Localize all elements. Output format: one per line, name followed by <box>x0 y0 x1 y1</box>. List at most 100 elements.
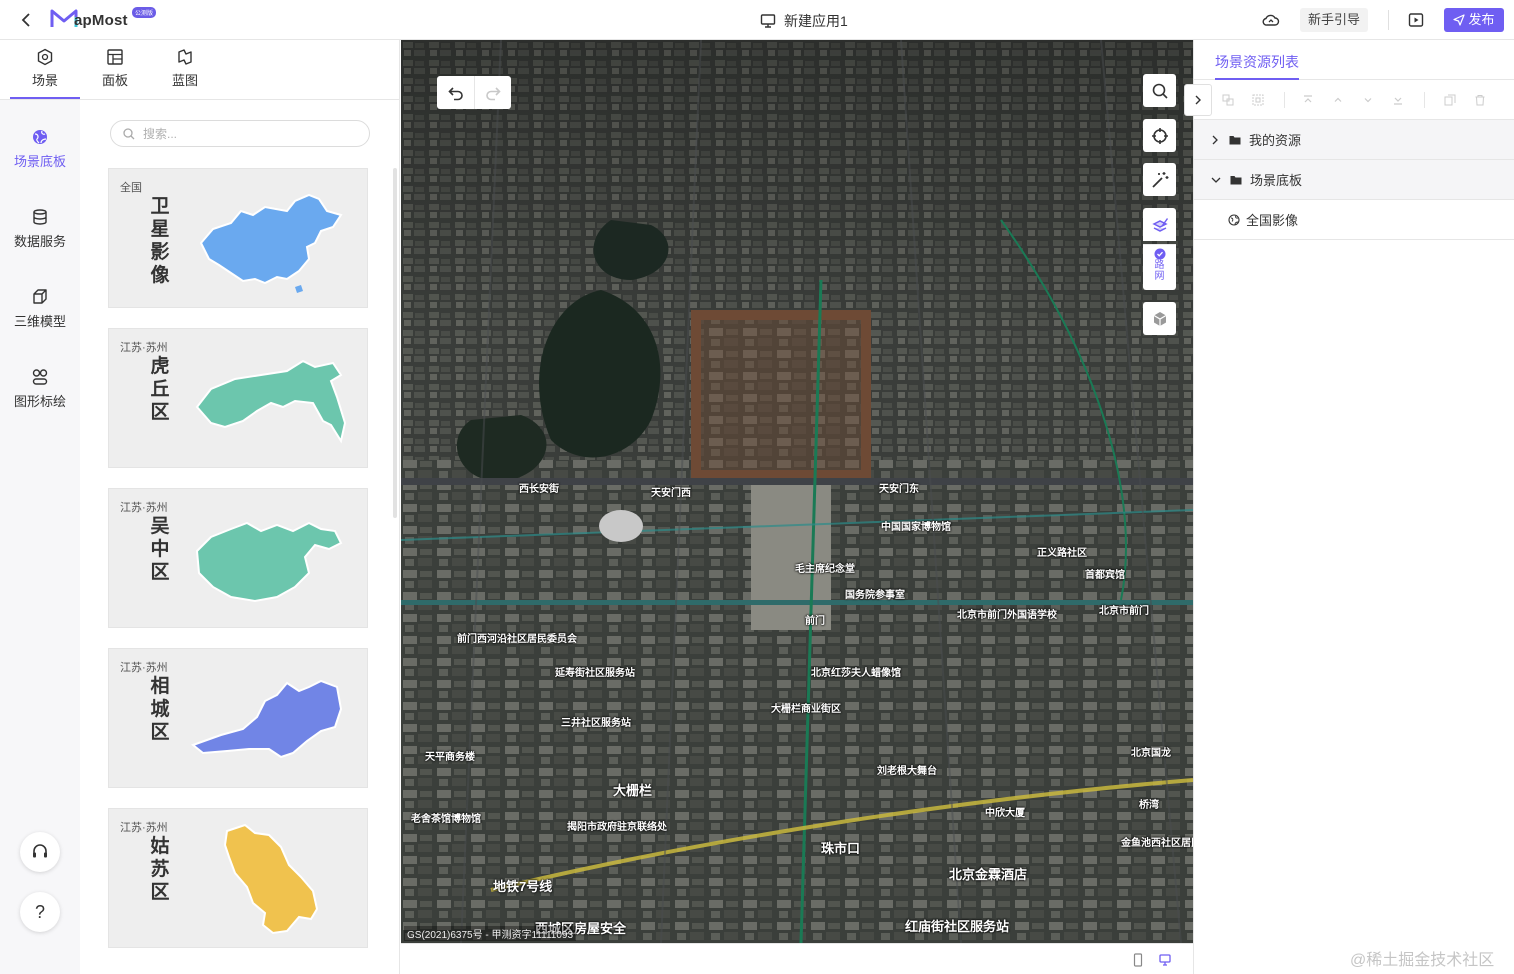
undo-button[interactable] <box>437 76 474 109</box>
mobile-device-icon[interactable] <box>1132 953 1144 967</box>
cloud-sync-icon[interactable] <box>1262 12 1280 28</box>
help-button[interactable]: ? <box>20 892 60 932</box>
district-map-shape <box>191 679 343 759</box>
map-label: 中欣大厦 <box>985 808 1025 819</box>
locate-button[interactable] <box>1143 119 1176 152</box>
map-label: 地铁7号线 <box>493 879 553 894</box>
resource-list-header: 场景资源列表 <box>1194 40 1514 80</box>
scrollbar[interactable] <box>393 168 397 518</box>
effects-button[interactable] <box>1143 163 1176 196</box>
nav-data-service[interactable]: 数据服务 <box>0 208 80 250</box>
card-name: 卫星影像 <box>150 195 170 286</box>
card-name: 虎丘区 <box>150 355 170 423</box>
support-button[interactable] <box>20 832 60 872</box>
search-input[interactable] <box>143 126 343 141</box>
move-bottom-icon[interactable] <box>1392 94 1404 106</box>
copy-icon[interactable] <box>1444 94 1456 106</box>
card-region: 江苏·苏州 <box>120 342 168 354</box>
app-title-text: 新建应用1 <box>784 13 848 29</box>
toolbar-divider <box>1284 92 1285 108</box>
chevron-down-icon <box>1211 177 1221 183</box>
move-up-icon[interactable] <box>1332 94 1344 106</box>
map-label: 正义路社区 <box>1037 548 1087 559</box>
district-map-shape <box>223 823 319 935</box>
tab-label: 蓝图 <box>171 73 198 88</box>
nav-3d-model[interactable]: 三维模型 <box>0 288 80 330</box>
map-viewport[interactable]: 西长安街 天安门西 天安门东 中国国家博物馆 北京市前门外国语学校 前门 北京红… <box>401 40 1193 943</box>
chevron-left-icon[interactable] <box>20 12 34 28</box>
card-region: 江苏·苏州 <box>120 662 168 674</box>
collapse-panel-button[interactable] <box>1184 84 1212 116</box>
move-top-icon[interactable] <box>1302 94 1314 106</box>
tree-label: 场景底板 <box>1250 173 1303 188</box>
globe-icon <box>1228 213 1240 226</box>
group-icon[interactable] <box>1222 94 1234 106</box>
map-label: 首都宾馆 <box>1085 570 1125 581</box>
map-label: 珠市口 <box>821 841 861 856</box>
folder-open-icon <box>1230 175 1242 184</box>
watermark: @稀土掘金技术社区 <box>1350 952 1495 969</box>
globe-icon <box>33 130 47 144</box>
map-label: 国务院参事室 <box>845 590 905 601</box>
folder-icon <box>1229 135 1241 144</box>
tree-item-national-imagery[interactable]: 全国影像 <box>1194 200 1514 240</box>
map-label: 三井社区服务站 <box>561 718 631 729</box>
nav-plotting[interactable]: 图形标绘 <box>0 368 80 410</box>
road-network-toggle[interactable]: 路网 <box>1143 244 1176 290</box>
resource-list-title[interactable]: 场景资源列表 <box>1215 52 1299 80</box>
map-search-button[interactable] <box>1143 74 1176 107</box>
map-label: 刘老根大舞台 <box>877 766 937 777</box>
crosshair-icon <box>1151 127 1168 144</box>
side-nav: 场景底板 数据服务 三维模型 图形标绘 ? <box>0 100 80 974</box>
undo-redo-group <box>437 76 511 109</box>
layer-edit-button[interactable] <box>1143 208 1176 241</box>
basemap-card[interactable]: 江苏·苏州 吴中区 <box>108 488 368 628</box>
redo-button[interactable] <box>474 76 511 109</box>
cube-icon <box>33 289 47 304</box>
card-name: 相城区 <box>150 675 170 743</box>
card-region: 江苏·苏州 <box>120 822 168 834</box>
divider <box>1388 10 1389 30</box>
ungroup-icon[interactable] <box>1252 94 1264 106</box>
road-network-label: 路网 <box>1154 260 1165 282</box>
shapes-icon <box>32 369 48 385</box>
tab-scene[interactable]: 场景 <box>10 48 80 99</box>
map-label: 金鱼池西社区居民 <box>1121 838 1193 849</box>
blueprint-icon <box>178 49 192 65</box>
map-label: 中国国家博物馆 <box>881 522 951 533</box>
nav-scene-base[interactable]: 场景底板 <box>0 128 80 170</box>
move-down-icon[interactable] <box>1362 94 1374 106</box>
map-label: 西长安街 <box>519 484 559 495</box>
tab-label: 面板 <box>101 73 128 88</box>
map-label: 大栅栏商业街区 <box>771 704 841 715</box>
basemap-card[interactable]: 江苏·苏州 虎丘区 <box>108 328 368 468</box>
search-icon <box>123 127 135 139</box>
basemap-card[interactable]: 江苏·苏州 相城区 <box>108 648 368 788</box>
publish-button[interactable]: 发布 <box>1444 8 1504 32</box>
tab-blueprint[interactable]: 蓝图 <box>150 48 220 89</box>
china-map-shape <box>199 193 343 293</box>
guide-button[interactable]: 新手引导 <box>1300 8 1369 32</box>
district-map-shape <box>195 521 343 603</box>
search-box[interactable] <box>110 120 370 147</box>
map-label: 大栅栏 <box>613 783 653 798</box>
tree-group-my-resources[interactable]: 我的资源 <box>1194 120 1514 160</box>
layer-pen-icon <box>1151 217 1168 232</box>
delete-icon[interactable] <box>1474 94 1486 106</box>
map-label: 北京国龙 <box>1131 748 1171 759</box>
basemap-card[interactable]: 江苏·苏州 姑苏区 <box>108 808 368 948</box>
map-status-bar <box>401 943 1193 974</box>
tab-panel[interactable]: 面板 <box>80 48 150 89</box>
map-label: 红庙街社区服务站 <box>905 919 1010 934</box>
desktop-device-icon[interactable] <box>1159 953 1171 967</box>
nav-label: 场景底板 <box>13 154 66 169</box>
tree-group-scene-base[interactable]: 场景底板 <box>1194 160 1514 200</box>
map-label: 天安门西 <box>651 488 691 499</box>
send-icon <box>1453 14 1466 26</box>
map-label: 北京金霖酒店 <box>949 867 1028 882</box>
map-label: 天安门东 <box>879 484 919 495</box>
search-icon <box>1152 83 1168 99</box>
play-preview-icon[interactable] <box>1408 12 1424 28</box>
basemap-card[interactable]: 全国 卫星影像 <box>108 168 368 308</box>
3d-view-button[interactable] <box>1143 302 1176 335</box>
